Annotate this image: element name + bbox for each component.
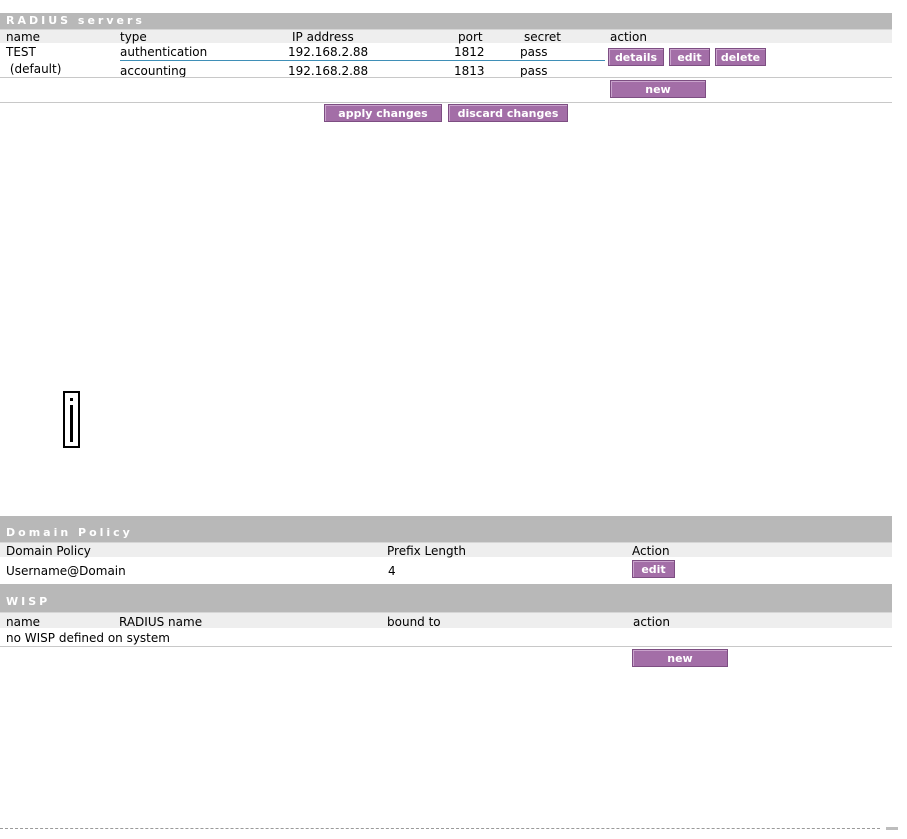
radius-ip: 192.168.2.88 — [288, 64, 369, 78]
new-wisp-button[interactable]: new — [632, 649, 728, 667]
wisp-header-row: name RADIUS name bound to action — [0, 612, 892, 629]
radius-type: authentication — [120, 45, 208, 59]
discard-changes-button[interactable]: discard changes — [448, 104, 568, 122]
col-header-action: Action — [632, 544, 670, 558]
domain-policy-header-row: Domain Policy Prefix Length Action — [0, 542, 892, 558]
radius-name: TEST — [6, 45, 36, 59]
row-divider — [120, 60, 605, 61]
radius-type: accounting — [120, 64, 187, 78]
delete-button[interactable]: delete — [715, 48, 766, 66]
radius-secret: pass — [520, 45, 548, 59]
radius-name: (default) — [6, 62, 62, 76]
col-header-name: name — [6, 30, 41, 44]
radius-header-row: name type IP address port secret action — [0, 29, 892, 44]
radius-ip: 192.168.2.88 — [288, 45, 369, 59]
edit-button[interactable]: edit — [669, 48, 710, 66]
col-header-action: action — [633, 615, 670, 629]
domain-policy-title: Domain Policy — [0, 516, 892, 542]
wisp-empty-message: no WISP defined on system — [6, 631, 170, 645]
col-header-ip: IP address — [292, 30, 354, 44]
radius-port: 1812 — [454, 45, 485, 59]
col-header-port: port — [458, 30, 483, 44]
col-header-bound-to: bound to — [387, 615, 441, 629]
radius-divider — [0, 77, 892, 78]
prefix-length-value: 4 — [388, 564, 396, 578]
col-header-action: action — [610, 30, 647, 44]
new-radius-button[interactable]: new — [610, 80, 706, 98]
radius-bottom-rule — [0, 102, 892, 103]
radius-secret: pass — [520, 64, 548, 78]
info-icon — [63, 391, 80, 448]
page-corner-mark — [886, 827, 898, 830]
col-header-name: name — [6, 615, 41, 629]
domain-policy-edit-button[interactable]: edit — [632, 560, 675, 578]
page-footer-rule — [0, 828, 880, 829]
radius-servers-title: RADIUS servers — [0, 13, 892, 29]
details-button[interactable]: details — [608, 48, 664, 66]
col-header-prefix-length: Prefix Length — [387, 544, 466, 558]
wisp-divider — [0, 646, 892, 647]
col-header-radius-name: RADIUS name — [119, 615, 203, 629]
col-header-domain-policy: Domain Policy — [6, 544, 91, 558]
col-header-type: type — [120, 30, 147, 44]
wisp-title: WISP — [0, 584, 892, 612]
col-header-secret: secret — [524, 30, 561, 44]
domain-policy-value: Username@Domain — [6, 564, 126, 578]
radius-port: 1813 — [454, 64, 485, 78]
apply-changes-button[interactable]: apply changes — [324, 104, 442, 122]
